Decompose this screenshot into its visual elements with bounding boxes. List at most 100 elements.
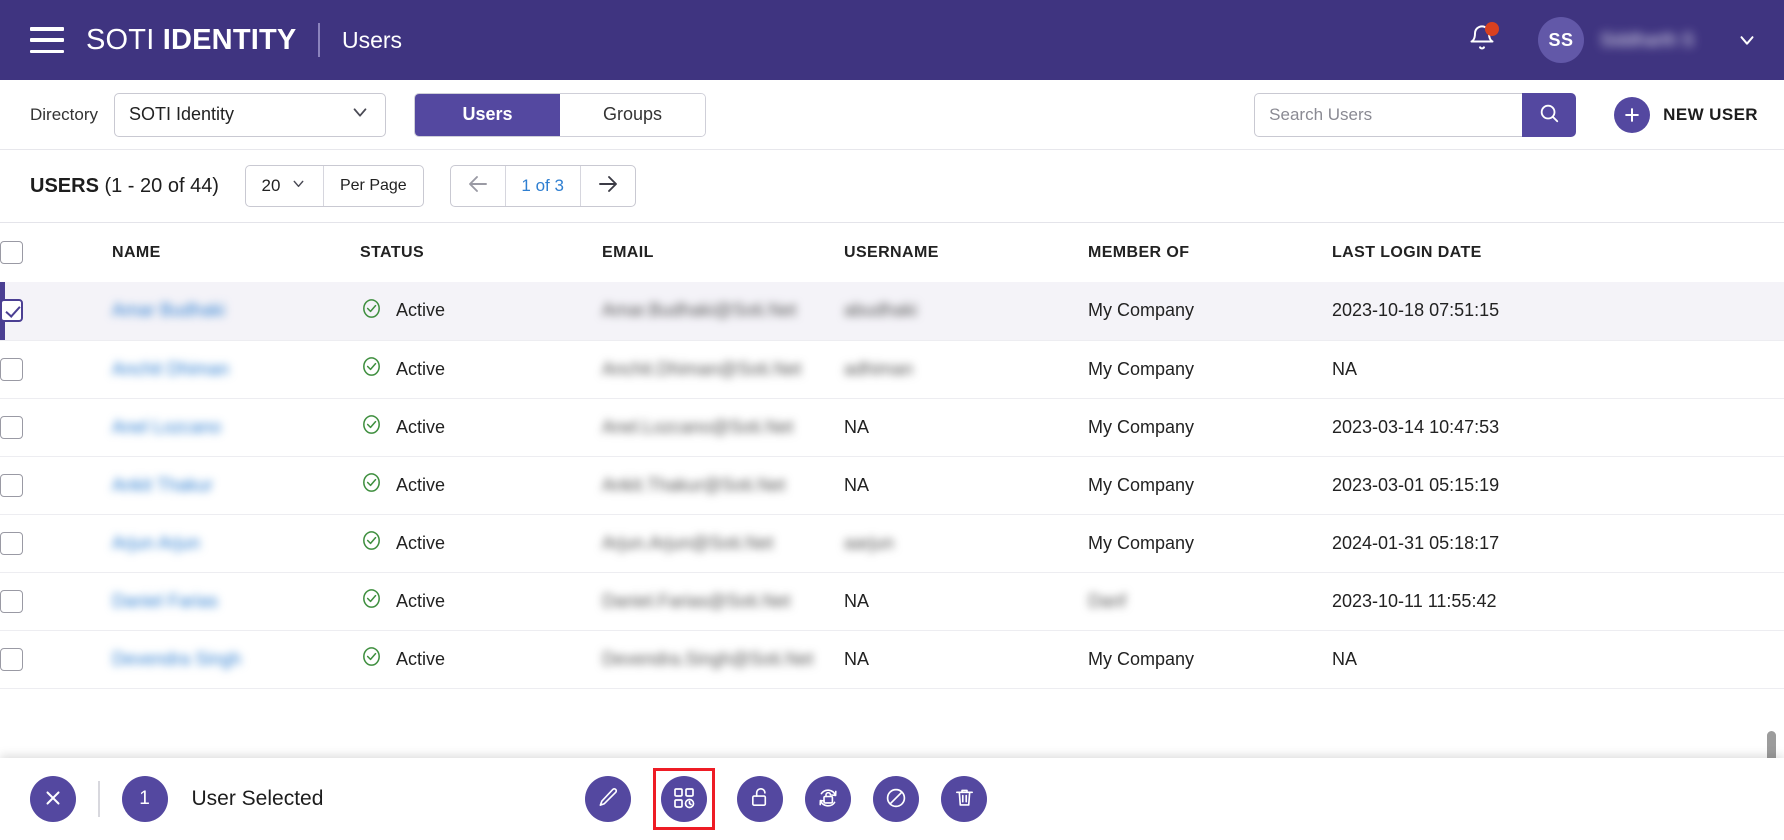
page-navigation: 1 of 3: [449, 165, 636, 207]
search-button[interactable]: [1522, 92, 1577, 137]
user-name-link[interactable]: Anel Lozcano: [112, 417, 221, 438]
delete-user-button[interactable]: [941, 776, 987, 822]
user-member-of: My Company: [1088, 648, 1195, 669]
row-select-cell[interactable]: [0, 340, 112, 399]
cell-name[interactable]: Daniel Farias: [112, 572, 360, 631]
table-row[interactable]: Arjun Arjun Active Arjun.Arjun@Soti.Net aar…: [0, 514, 1784, 573]
user-username: adhiman: [844, 358, 914, 379]
row-select-cell[interactable]: [0, 514, 112, 573]
table-row[interactable]: Anchit Dhiman Active Anchit.Dhiman@Soti.Ne…: [0, 340, 1784, 399]
row-checkbox[interactable]: [0, 473, 23, 497]
row-select-cell[interactable]: [0, 282, 112, 341]
notification-badge-dot: [1485, 22, 1499, 36]
row-checkbox[interactable]: [0, 357, 23, 381]
row-select-cell[interactable]: [0, 630, 112, 689]
row-checkbox[interactable]: [0, 415, 23, 439]
cell-name[interactable]: Amar Budhaki: [112, 282, 360, 341]
directory-select[interactable]: SOTI Identity: [114, 92, 387, 137]
cell-name[interactable]: Ankit Thakur: [112, 456, 360, 515]
cell-name[interactable]: Anel Lozcano: [112, 398, 360, 457]
users-table-container: NAME STATUS EMAIL USERNAME MEMBER OF LAS…: [0, 222, 1784, 840]
cell-username: NA: [844, 398, 1088, 457]
select-all-header: [0, 223, 112, 282]
notifications-button[interactable]: [1460, 18, 1504, 62]
cell-last-login: 2023-10-11 11:55:42: [1332, 572, 1784, 631]
table-row[interactable]: Ankit Thakur Active Ankit.Thakur@Soti.Net N…: [0, 456, 1784, 515]
per-page-select[interactable]: 20: [246, 166, 324, 206]
user-username: NA: [844, 474, 870, 495]
row-checkbox[interactable]: [0, 531, 23, 555]
table-row[interactable]: Amar Budhaki Active Amar.Budhaki@Soti.Net a…: [0, 282, 1784, 341]
user-name-link[interactable]: Anchit Dhiman: [112, 359, 229, 380]
user-email: Anel.Lozcano@Soti.Net: [602, 416, 794, 437]
per-page-value: 20: [261, 176, 281, 195]
tab-groups[interactable]: Groups: [560, 93, 706, 136]
status-badge: Active: [396, 532, 446, 553]
selected-count-badge: 1: [121, 776, 168, 822]
table-row[interactable]: Devendra Singh Active Devendra.Singh@Soti.…: [0, 630, 1784, 689]
column-header-last-login-date[interactable]: LAST LOGIN DATE: [1332, 223, 1784, 282]
table-body: Amar Budhaki Active Amar.Budhaki@Soti.Net a…: [0, 282, 1784, 689]
manage-apps-button[interactable]: [661, 776, 707, 822]
top-header: SOTI IDENTITY Users SS Siddharth S: [0, 0, 1784, 80]
cell-status: Active: [360, 572, 602, 631]
cell-username: aarjun: [844, 514, 1088, 573]
cell-name[interactable]: Arjun Arjun: [112, 514, 360, 573]
row-select-cell[interactable]: [0, 398, 112, 457]
chevron-down-icon[interactable]: [1736, 29, 1758, 51]
table-row[interactable]: Daniel Farias Active Daniel.Farias@Soti.Ne…: [0, 572, 1784, 631]
cell-last-login: NA: [1332, 340, 1784, 399]
user-name-link[interactable]: Daniel Farias: [112, 591, 218, 612]
row-checkbox[interactable]: [0, 299, 23, 323]
chevron-down-icon: [290, 175, 307, 197]
avatar[interactable]: SS: [1538, 17, 1584, 63]
unlock-user-button[interactable]: [737, 776, 783, 822]
user-name-link[interactable]: Devendra Singh: [112, 649, 241, 670]
row-select-cell[interactable]: [0, 456, 112, 515]
column-header-username[interactable]: USERNAME: [844, 223, 1088, 282]
table-row[interactable]: Anel Lozcano Active Anel.Lozcano@Soti.Net N…: [0, 398, 1784, 457]
user-name-link[interactable]: Amar Budhaki: [112, 300, 225, 321]
page-indicator[interactable]: 1 of 3: [504, 166, 581, 206]
disable-user-button[interactable]: [873, 776, 919, 822]
directory-label: Directory: [30, 104, 99, 124]
user-email: Anchit.Dhiman@Soti.Net: [602, 358, 802, 379]
add-user-button[interactable]: NEW USER: [1614, 96, 1758, 133]
user-name-link[interactable]: Ankit Thakur: [112, 475, 213, 496]
column-header-member-of[interactable]: MEMBER OF: [1088, 223, 1332, 282]
clear-selection-button[interactable]: [30, 776, 76, 822]
user-member-of: My Company: [1088, 416, 1195, 437]
user-name-link[interactable]: Arjun Arjun: [112, 533, 200, 554]
row-checkbox[interactable]: [0, 589, 23, 613]
cell-name[interactable]: Devendra Singh: [112, 630, 360, 689]
next-page-button[interactable]: [581, 166, 635, 206]
column-header-email[interactable]: EMAIL: [602, 223, 844, 282]
manage-apps-highlight: [653, 768, 715, 830]
previous-page-button[interactable]: [451, 166, 505, 206]
column-header-status[interactable]: STATUS: [360, 223, 602, 282]
selection-action-bar: 1 User Selected: [0, 758, 1784, 840]
pagination-bar: USERS (1 - 20 of 44) 20 Per Page 1 of 3: [0, 150, 1784, 222]
user-last-login: 2023-10-11 11:55:42: [1332, 590, 1497, 611]
cell-username: NA: [844, 456, 1088, 515]
cell-email: Arjun.Arjun@Soti.Net: [602, 514, 844, 573]
reset-password-button[interactable]: [805, 776, 851, 822]
app-root: SOTI IDENTITY Users SS Siddharth S Direc…: [0, 0, 1784, 840]
cell-name[interactable]: Anchit Dhiman: [112, 340, 360, 399]
user-member-of: Danf: [1088, 590, 1127, 611]
search-input[interactable]: [1254, 92, 1523, 137]
column-header-name[interactable]: NAME: [112, 223, 360, 282]
row-checkbox[interactable]: [0, 647, 23, 671]
header-divider: [318, 23, 320, 57]
select-all-checkbox[interactable]: [0, 241, 23, 264]
row-select-cell[interactable]: [0, 572, 112, 631]
add-user-label: NEW USER: [1663, 104, 1758, 124]
user-name-label: Siddharth S: [1600, 29, 1695, 50]
cell-status: Active: [360, 456, 602, 515]
tab-users[interactable]: Users: [415, 93, 561, 136]
hamburger-icon[interactable]: [30, 27, 64, 53]
cell-last-login: 2023-03-01 05:15:19: [1332, 456, 1784, 515]
edit-user-button[interactable]: [585, 776, 631, 822]
status-active-icon: [360, 645, 383, 673]
user-username: abudhaki: [844, 300, 918, 321]
